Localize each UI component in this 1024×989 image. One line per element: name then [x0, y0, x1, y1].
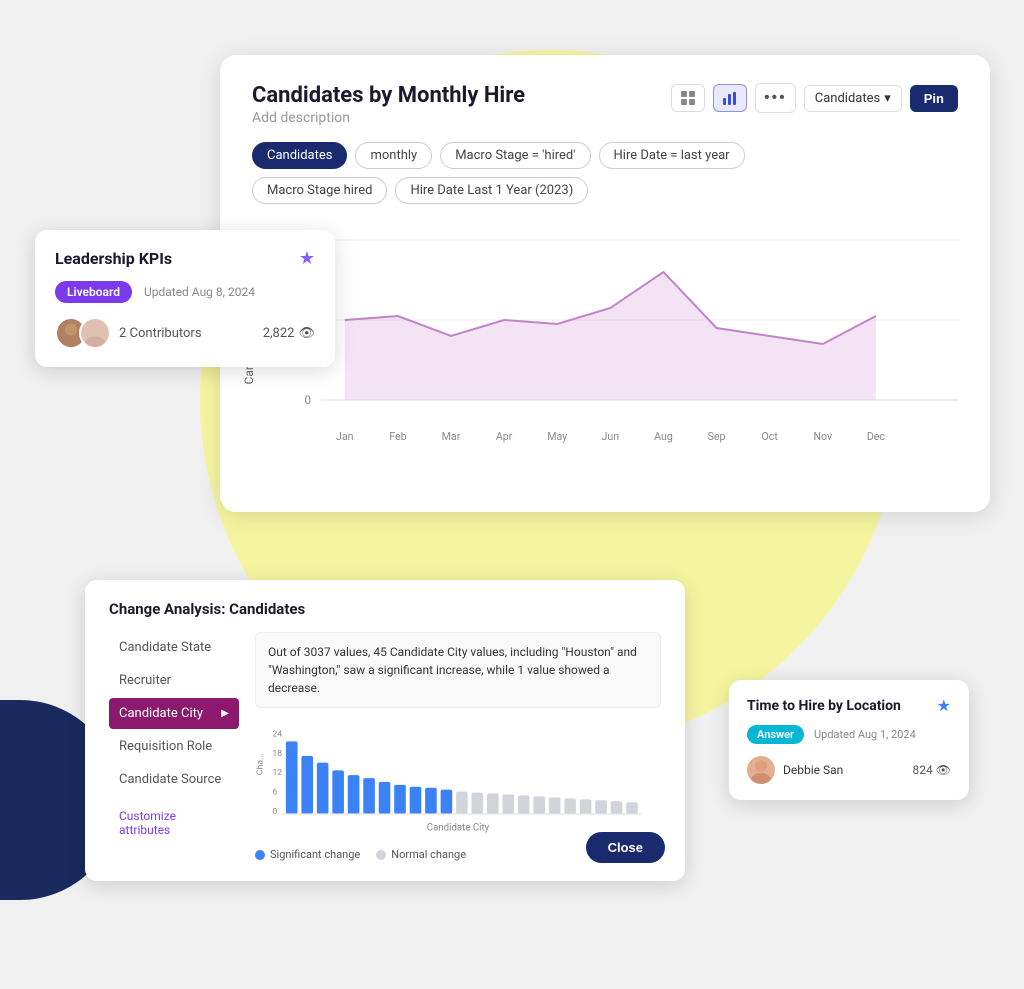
- change-card-body: Candidate State Recruiter Candidate City…: [109, 632, 661, 861]
- svg-text:Jan: Jan: [336, 430, 354, 443]
- hire-updated-text: Updated Aug 1, 2024: [814, 728, 916, 741]
- kpi-card-header: Leadership KPIs ★: [55, 248, 315, 269]
- kpi-footer: 2 Contributors 2,822 👁: [55, 317, 315, 349]
- table-icon: [680, 90, 696, 106]
- svg-text:18: 18: [272, 749, 282, 759]
- legend-significant: Significant change: [255, 848, 360, 861]
- chart-svg-container: 20 10 0 Jan Feb Mar Apr May Jun Aug Sep …: [282, 220, 958, 460]
- header-controls: ••• Candidates ▾ Pin: [671, 83, 958, 113]
- change-main-content: Out of 3037 values, 45 Candidate City va…: [255, 632, 661, 861]
- svg-text:Nov: Nov: [813, 430, 832, 443]
- significant-dot: [255, 850, 265, 860]
- table-view-button[interactable]: [671, 84, 705, 112]
- dropdown-arrow-icon: ▾: [884, 91, 891, 106]
- sidebar-item-recruiter[interactable]: Recruiter: [109, 665, 239, 696]
- filter-pill-macro-hired[interactable]: Macro Stage hired: [252, 177, 387, 204]
- filter-pill-candidates[interactable]: Candidates: [252, 142, 347, 169]
- main-card-header: Candidates by Monthly Hire Add descripti…: [252, 83, 958, 126]
- svg-text:May: May: [547, 430, 567, 443]
- pin-button[interactable]: Pin: [910, 85, 958, 112]
- hire-person-name: Debbie San: [783, 763, 843, 777]
- svg-text:Feb: Feb: [389, 430, 406, 443]
- change-analysis-card: Change Analysis: Candidates Candidate St…: [85, 580, 685, 881]
- legend-normal: Normal change: [376, 848, 466, 861]
- more-options-button[interactable]: •••: [755, 83, 796, 113]
- filter-pill-macro-stage[interactable]: Macro Stage = 'hired': [440, 142, 590, 169]
- chart-area-fill: [345, 272, 876, 400]
- contributors-text: 2 Contributors: [119, 326, 202, 341]
- change-description: Out of 3037 values, 45 Candidate City va…: [255, 632, 661, 708]
- chart-area: Candidates 20 10 0 Jan Feb Mar Apr May J…: [252, 220, 958, 480]
- sidebar-item-candidate-source[interactable]: Candidate Source: [109, 764, 239, 795]
- hire-card-title: Time to Hire by Location: [747, 698, 901, 714]
- filter-pill-monthly[interactable]: monthly: [355, 142, 432, 169]
- kpi-updated-text: Updated Aug 8, 2024: [144, 285, 255, 299]
- main-chart-card: Candidates by Monthly Hire Add descripti…: [220, 55, 990, 512]
- svg-text:Oct: Oct: [762, 430, 779, 443]
- bar-chart-icon: [722, 90, 738, 106]
- legend-normal-label: Normal change: [391, 848, 466, 861]
- answer-badge: Answer: [747, 725, 804, 744]
- svg-text:Apr: Apr: [496, 430, 513, 443]
- svg-text:Mar: Mar: [442, 430, 461, 443]
- title-section: Candidates by Monthly Hire Add descripti…: [252, 83, 525, 126]
- avatar-2: [79, 317, 111, 349]
- candidates-dropdown-label: Candidates: [815, 91, 880, 106]
- hire-card-header: Time to Hire by Location ★: [747, 696, 951, 715]
- kpi-badge-row: Liveboard Updated Aug 8, 2024: [55, 281, 315, 303]
- filter-pill-hire-date[interactable]: Hire Date = last year: [599, 142, 745, 169]
- svg-text:Jun: Jun: [602, 430, 620, 443]
- hire-eye-icon: 👁: [936, 763, 951, 777]
- line-chart-svg: 20 10 0 Jan Feb Mar Apr May Jun Aug Sep …: [282, 220, 958, 460]
- hire-card: Time to Hire by Location ★ Answer Update…: [729, 680, 969, 800]
- filter-pill-hire-date-2023[interactable]: Hire Date Last 1 Year (2023): [395, 177, 588, 204]
- sidebar-item-candidate-city[interactable]: Candidate City: [109, 698, 239, 729]
- sidebar-item-requisition-role[interactable]: Requisition Role: [109, 731, 239, 762]
- bar-chart-button[interactable]: [713, 84, 747, 112]
- kpi-contributors: 2 Contributors: [55, 317, 202, 349]
- avatar-group: [55, 317, 111, 349]
- svg-text:Candidate City: Candidate City: [427, 822, 490, 833]
- candidates-dropdown[interactable]: Candidates ▾: [804, 85, 902, 112]
- svg-text:Cha...: Cha...: [256, 753, 266, 775]
- change-sidebar: Candidate State Recruiter Candidate City…: [109, 632, 239, 861]
- hire-views: 824 👁: [913, 763, 951, 777]
- views-count: 2,822 👁: [263, 326, 315, 341]
- svg-text:0: 0: [272, 807, 277, 817]
- change-card-title: Change Analysis: Candidates: [109, 600, 661, 618]
- close-button[interactable]: Close: [586, 832, 665, 863]
- kpi-card-title: Leadership KPIs: [55, 249, 172, 268]
- filter-row-1: Candidates monthly Macro Stage = 'hired'…: [252, 142, 958, 169]
- svg-text:Dec: Dec: [867, 430, 885, 443]
- legend-significant-label: Significant change: [270, 848, 360, 861]
- debbie-avatar: [747, 756, 775, 784]
- eye-icon: 👁: [298, 326, 315, 341]
- sidebar-item-candidate-state[interactable]: Candidate State: [109, 632, 239, 663]
- change-bar-chart-svg: 24 18 12 6 0: [255, 720, 661, 840]
- normal-dot: [376, 850, 386, 860]
- hire-star-icon: ★: [937, 696, 951, 715]
- customize-attributes-link[interactable]: Customize attributes: [109, 805, 239, 841]
- liveboard-badge: Liveboard: [55, 281, 132, 303]
- svg-text:Aug: Aug: [654, 430, 673, 443]
- svg-text:12: 12: [272, 768, 282, 778]
- star-icon: ★: [299, 248, 315, 269]
- hire-person: Debbie San: [747, 756, 843, 784]
- main-card-title: Candidates by Monthly Hire: [252, 83, 525, 108]
- hire-badge-row: Answer Updated Aug 1, 2024: [747, 725, 951, 744]
- svg-text:6: 6: [272, 788, 277, 798]
- svg-text:0: 0: [304, 393, 311, 407]
- svg-text:Sep: Sep: [708, 430, 726, 443]
- hire-footer: Debbie San 824 👁: [747, 756, 951, 784]
- main-card-subtitle: Add description: [252, 110, 525, 126]
- filter-row-2: Macro Stage hired Hire Date Last 1 Year …: [252, 177, 958, 204]
- svg-text:24: 24: [272, 730, 282, 740]
- change-bar-chart: 24 18 12 6 0: [255, 720, 661, 840]
- kpi-card: Leadership KPIs ★ Liveboard Updated Aug …: [35, 230, 335, 367]
